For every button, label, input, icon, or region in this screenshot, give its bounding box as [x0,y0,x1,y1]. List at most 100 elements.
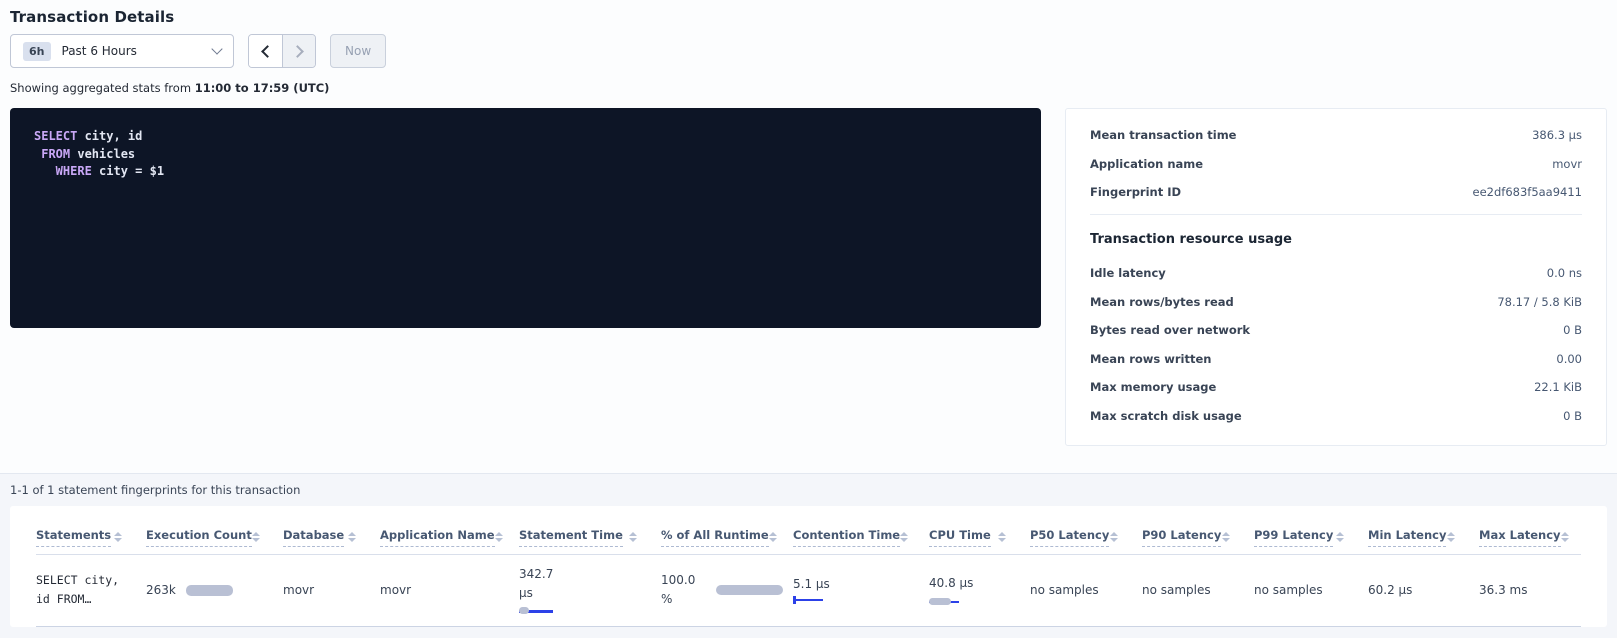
chevron-down-icon [211,43,222,54]
column-label: CPU Time [929,528,991,547]
time-range-label: Past 6 Hours [62,44,214,58]
column-label: Max Latency [1479,528,1561,547]
statements-table-card: Statements Execution Count Database Appl… [10,506,1607,627]
summary-row: Mean transaction time 386.3 µs [1090,128,1582,142]
table-header-row: Statements Execution Count Database Appl… [36,506,1581,555]
cell-application-name: movr [380,554,519,626]
sort-icon [1110,532,1118,542]
sql-code: SELECT city, idFROM vehiclesWHERE city =… [34,128,1017,181]
summary-label: Bytes read over network [1090,323,1250,337]
column-label: P99 Latency [1254,528,1333,547]
column-header-p99-latency[interactable]: P99 Latency [1254,506,1368,555]
summary-row: Mean rows written 0.00 [1090,352,1582,366]
sql-keyword: SELECT [34,129,77,143]
page-title: Transaction Details [10,8,1607,26]
summary-value: 0 B [1563,409,1582,423]
summary-label: Mean rows written [1090,352,1211,366]
cell-cpu-time: 40.8 µs [929,554,1030,626]
time-range-badge: 6h [23,42,51,61]
summary-value: 0 B [1563,323,1582,337]
summary-value: 0.00 [1556,352,1582,366]
cell-min-latency: 60.2 µs [1368,554,1479,626]
time-step-buttons [248,34,316,68]
pct-all-runtime-bar [716,585,783,595]
summary-label: Idle latency [1090,266,1166,280]
sql-line-1: SELECT city, id [34,128,1017,146]
column-header-execution-count[interactable]: Execution Count [146,506,283,555]
summary-label: Max scratch disk usage [1090,409,1242,423]
column-header-pct-all-runtime[interactable]: % of All Runtime [661,506,793,555]
summary-value: 386.3 µs [1532,128,1582,142]
statements-section: 1-1 of 1 statement fingerprints for this… [0,473,1617,638]
sql-line-3: WHERE city = $1 [34,163,1017,181]
stats-range-prefix: Showing aggregated stats from [10,81,195,95]
column-header-p50-latency[interactable]: P50 Latency [1030,506,1142,555]
sql-text: city = $1 [92,164,164,178]
sort-icon [252,532,260,542]
summary-row: Mean rows/bytes read 78.17 / 5.8 KiB [1090,295,1582,309]
column-label: % of All Runtime [661,528,769,547]
sort-icon [998,532,1006,542]
contention-time-bar [793,596,823,604]
cell-statement-time: 342.7 µs [519,554,661,626]
summary-value: movr [1552,157,1582,171]
table-row: SELECT city, id FROM… 263k movr movr 342… [36,554,1581,626]
sort-icon [1447,532,1455,542]
column-label: P50 Latency [1030,528,1109,547]
column-label: Execution Count [146,528,252,547]
sql-line-2: FROM vehicles [34,146,1017,164]
cpu-time-value: 40.8 µs [929,574,975,593]
stats-range-text: Showing aggregated stats from 11:00 to 1… [10,81,1607,95]
execution-count-value: 263k [146,583,176,597]
column-header-database[interactable]: Database [283,506,380,555]
time-range-dropdown[interactable]: 6h Past 6 Hours [10,34,234,68]
sort-icon [495,532,503,542]
stats-range-value: 11:00 to 17:59 (UTC) [195,81,330,95]
summary-label: Mean rows/bytes read [1090,295,1234,309]
statements-table: Statements Execution Count Database Appl… [36,506,1581,627]
column-header-contention-time[interactable]: Contention Time [793,506,929,555]
cell-contention-time: 5.1 µs [793,554,929,626]
column-label: Application Name [380,528,495,547]
column-header-statement-time[interactable]: Statement Time [519,506,661,555]
column-header-application-name[interactable]: Application Name [380,506,519,555]
summary-row: Idle latency 0.0 ns [1090,266,1582,280]
column-header-max-latency[interactable]: Max Latency [1479,506,1581,555]
execution-count-bar [186,585,233,596]
cell-max-latency: 36.3 ms [1479,554,1581,626]
statement-link[interactable]: SELECT city, id FROM… [36,571,136,609]
transaction-summary-panel: Mean transaction time 386.3 µs Applicati… [1065,108,1607,446]
column-header-min-latency[interactable]: Min Latency [1368,506,1479,555]
summary-label: Fingerprint ID [1090,185,1181,199]
cell-p50-latency: no samples [1030,554,1142,626]
prev-range-button[interactable] [249,35,282,67]
summary-label: Application name [1090,157,1203,171]
column-header-statements[interactable]: Statements [36,506,146,555]
cpu-time-bar [929,598,959,606]
sql-keyword: FROM [41,147,70,161]
summary-value: ee2df683f5aa9411 [1473,185,1583,199]
sql-text: vehicles [70,147,135,161]
column-header-p90-latency[interactable]: P90 Latency [1142,506,1254,555]
panel-divider [1090,214,1582,215]
summary-label: Max memory usage [1090,380,1216,394]
sql-statement-box: SELECT city, idFROM vehiclesWHERE city =… [10,108,1041,328]
column-header-cpu-time[interactable]: CPU Time [929,506,1030,555]
cell-p99-latency: no samples [1254,554,1368,626]
summary-row: Bytes read over network 0 B [1090,323,1582,337]
cell-database: movr [283,554,380,626]
sort-icon [900,532,908,542]
cell-p90-latency: no samples [1142,554,1254,626]
content-row: SELECT city, idFROM vehiclesWHERE city =… [10,108,1607,446]
summary-row: Application name movr [1090,157,1582,171]
chevron-right-icon [291,45,304,58]
column-label: P90 Latency [1142,528,1221,547]
resource-usage-title: Transaction resource usage [1090,232,1582,247]
next-range-button[interactable] [282,35,315,67]
summary-value: 0.0 ns [1547,266,1582,280]
column-label: Min Latency [1368,528,1446,547]
summary-row: Max memory usage 22.1 KiB [1090,380,1582,394]
sort-icon [348,532,356,542]
now-button[interactable]: Now [330,34,386,68]
sql-keyword: WHERE [56,164,92,178]
